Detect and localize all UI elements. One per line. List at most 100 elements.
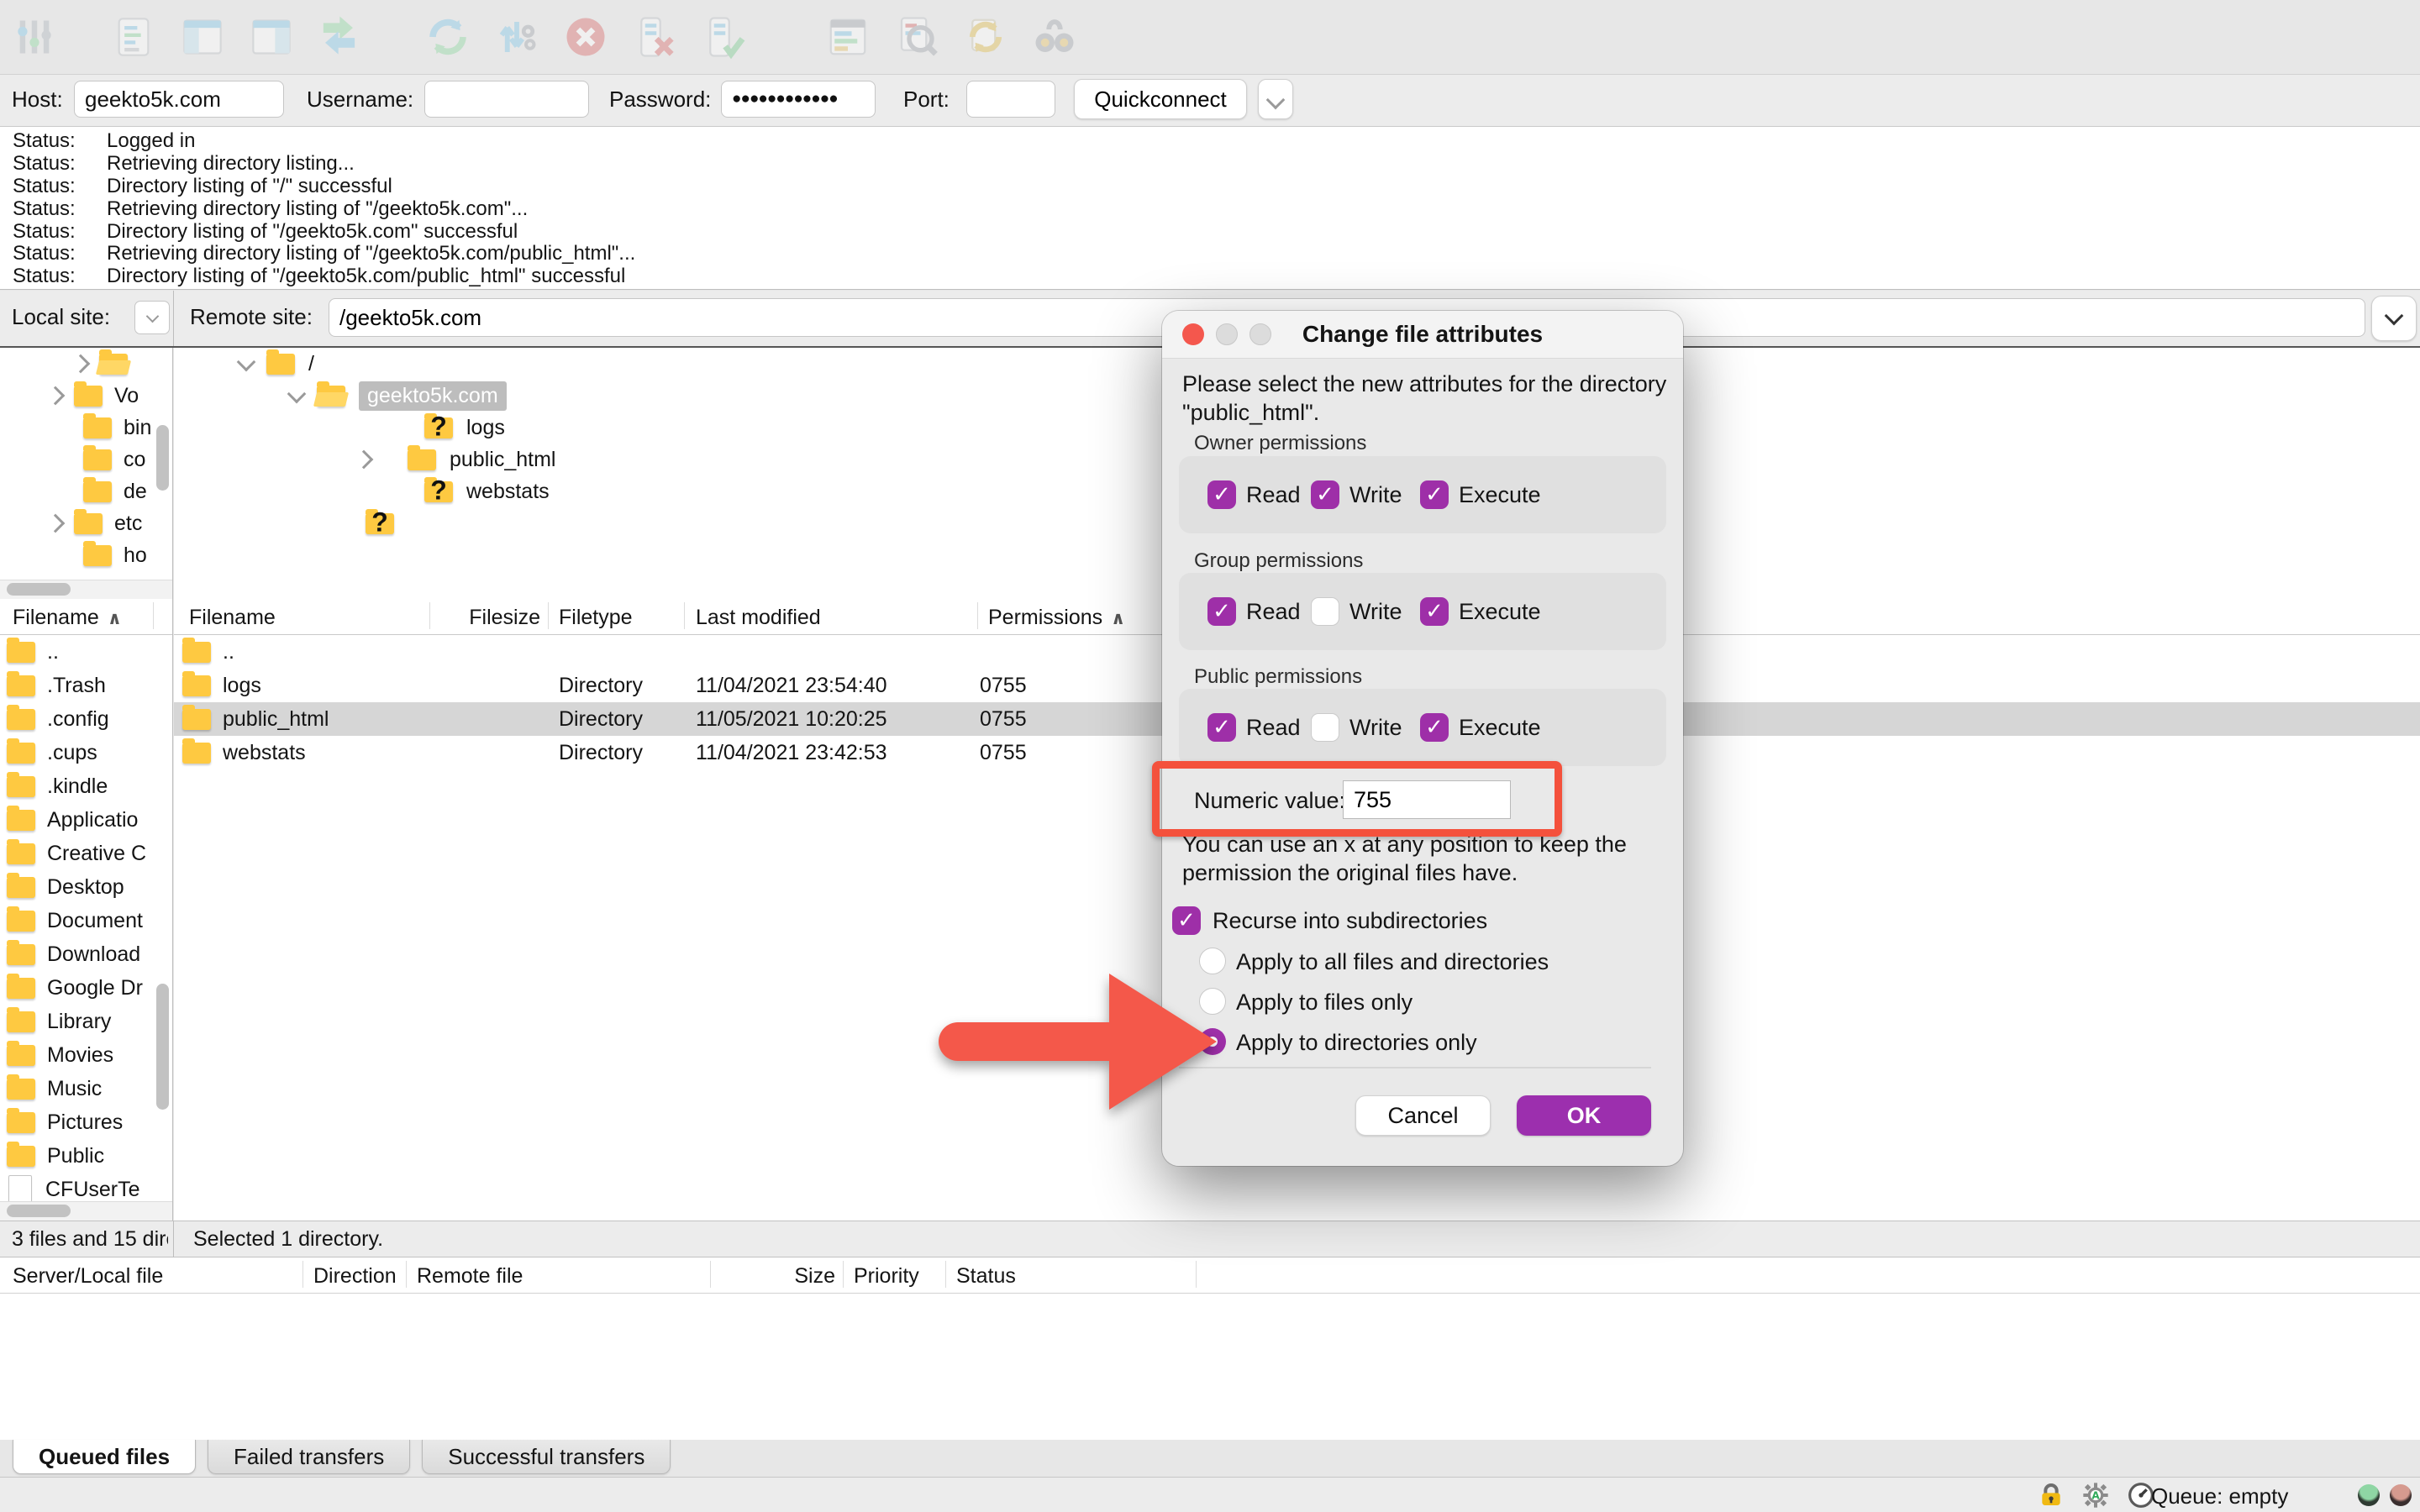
remote-site-dropdown-button[interactable]: [2371, 296, 2417, 341]
cancel-icon[interactable]: [561, 13, 610, 61]
column-header-last-modified[interactable]: Last modified: [696, 606, 821, 630]
group-read-checkbox[interactable]: ✓: [1207, 597, 1236, 626]
status-bar: A Queue: empty: [0, 1477, 2420, 1512]
column-header-filetype[interactable]: Filetype: [559, 606, 633, 630]
tab-failed-transfers[interactable]: Failed transfers: [208, 1440, 411, 1474]
quickconnect-button[interactable]: Quickconnect: [1074, 79, 1247, 119]
column-header-permissions[interactable]: Permissions ∧: [988, 606, 1125, 630]
cancel-button[interactable]: Cancel: [1355, 1095, 1491, 1136]
folder-open-icon: [317, 381, 345, 407]
local-file-row[interactable]: Desktop: [0, 870, 172, 904]
filter-icon[interactable]: [1030, 13, 1079, 61]
column-header-direction[interactable]: Direction: [313, 1264, 397, 1289]
column-header-priority[interactable]: Priority: [854, 1264, 919, 1289]
local-tree-item[interactable]: ho: [0, 539, 172, 571]
local-tree-item[interactable]: bin: [0, 412, 172, 444]
site-manager-icon[interactable]: [10, 13, 59, 61]
local-tree-item[interactable]: co: [0, 444, 172, 475]
local-file-row[interactable]: Creative C: [0, 837, 172, 870]
column-divider[interactable]: [710, 1261, 711, 1288]
tab-successful-transfers[interactable]: Successful transfers: [422, 1440, 671, 1474]
port-input[interactable]: [966, 81, 1055, 118]
filetype-settings-gear-icon[interactable]: A: [2082, 1482, 2109, 1509]
owner-execute-checkbox[interactable]: ✓: [1420, 480, 1449, 509]
column-divider[interactable]: [945, 1261, 946, 1288]
reconnect-icon[interactable]: [699, 13, 748, 61]
column-divider[interactable]: [843, 1261, 844, 1288]
group-execute-checkbox[interactable]: ✓: [1420, 597, 1449, 626]
lock-icon[interactable]: [2038, 1482, 2065, 1509]
local-file-row[interactable]: .Trash: [0, 669, 172, 702]
local-file-row[interactable]: Document: [0, 904, 172, 937]
local-file-row[interactable]: .cups: [0, 736, 172, 769]
local-file-row[interactable]: Public: [0, 1139, 172, 1173]
horizontal-scrollbar[interactable]: [0, 1201, 172, 1221]
message-log-icon[interactable]: [109, 13, 158, 61]
column-header-filesize[interactable]: Filesize: [451, 606, 540, 630]
local-file-row[interactable]: Movies: [0, 1038, 172, 1072]
filename: ..: [223, 640, 234, 664]
host-input[interactable]: [74, 81, 284, 118]
column-divider[interactable]: [548, 602, 549, 629]
local-file-row[interactable]: Music: [0, 1072, 172, 1105]
column-divider[interactable]: [977, 602, 978, 629]
local-file-row[interactable]: .config: [0, 702, 172, 736]
column-header-status[interactable]: Status: [956, 1264, 1016, 1289]
vertical-scrollbar-thumb[interactable]: [156, 984, 169, 1110]
local-tree-toggle-icon[interactable]: [178, 13, 227, 61]
username-input[interactable]: [424, 81, 589, 118]
recurse-checkbox[interactable]: ✓: [1172, 906, 1201, 935]
public-read-checkbox[interactable]: ✓: [1207, 713, 1236, 742]
column-divider[interactable]: [153, 602, 154, 629]
local-file-row[interactable]: Google Dr: [0, 971, 172, 1005]
tree-label: co: [124, 447, 146, 471]
tab-queued-files[interactable]: Queued files: [13, 1440, 197, 1474]
public-execute-checkbox[interactable]: ✓: [1420, 713, 1449, 742]
local-file-row[interactable]: Download: [0, 937, 172, 971]
column-divider[interactable]: [302, 1261, 303, 1288]
vertical-scrollbar-thumb[interactable]: [156, 425, 169, 491]
column-header-filename[interactable]: Filename: [189, 606, 276, 630]
local-file-row[interactable]: ..: [0, 635, 172, 669]
password-input[interactable]: [721, 81, 876, 118]
local-tree-item[interactable]: etc: [0, 507, 172, 539]
column-divider[interactable]: [684, 602, 685, 629]
local-file-row[interactable]: Applicatio: [0, 803, 172, 837]
quickconnect-dropdown-button[interactable]: [1258, 79, 1293, 119]
disconnect-icon[interactable]: [630, 13, 679, 61]
column-divider[interactable]: [429, 602, 430, 629]
find-files-icon[interactable]: [892, 13, 941, 61]
synchronized-browsing-icon[interactable]: [961, 13, 1010, 61]
owner-write-checkbox[interactable]: ✓: [1311, 480, 1339, 509]
column-header-server-local-file[interactable]: Server/Local file: [13, 1264, 163, 1289]
horizontal-scrollbar-thumb[interactable]: [7, 583, 71, 596]
remote-tree-toggle-icon[interactable]: [247, 13, 296, 61]
ok-button[interactable]: OK: [1517, 1095, 1651, 1136]
group-write-checkbox[interactable]: [1311, 597, 1339, 626]
column-header-remote-file[interactable]: Remote file: [417, 1264, 523, 1289]
local-tree-item[interactable]: de: [0, 475, 172, 507]
owner-read-checkbox[interactable]: ✓: [1207, 480, 1236, 509]
file-icon: [8, 1175, 32, 1204]
process-queue-icon[interactable]: [492, 13, 541, 61]
transfer-queue-toggle-icon[interactable]: [316, 13, 365, 61]
filename: webstats: [223, 741, 306, 764]
queue-header[interactable]: Server/Local file Direction Remote file …: [0, 1257, 2420, 1294]
directory-comparison-icon[interactable]: [823, 13, 872, 61]
local-site-combo[interactable]: [134, 301, 170, 334]
dialog-titlebar[interactable]: Change file attributes: [1162, 311, 1683, 359]
local-file-row[interactable]: Pictures: [0, 1105, 172, 1139]
column-divider[interactable]: [406, 1261, 407, 1288]
local-tree-item[interactable]: Vo: [0, 380, 172, 412]
column-header-filename[interactable]: Filename ∧: [13, 606, 122, 630]
column-divider[interactable]: [1196, 1261, 1197, 1288]
local-file-row[interactable]: Library: [0, 1005, 172, 1038]
horizontal-scrollbar-thumb[interactable]: [7, 1205, 71, 1217]
public-write-checkbox[interactable]: [1311, 713, 1339, 742]
local-list-header[interactable]: Filename ∧: [0, 599, 172, 635]
horizontal-scrollbar[interactable]: [0, 580, 172, 599]
column-header-size[interactable]: Size: [721, 1264, 835, 1289]
local-tree-item[interactable]: [0, 348, 172, 380]
local-file-row[interactable]: .kindle: [0, 769, 172, 803]
refresh-icon[interactable]: [424, 13, 472, 61]
